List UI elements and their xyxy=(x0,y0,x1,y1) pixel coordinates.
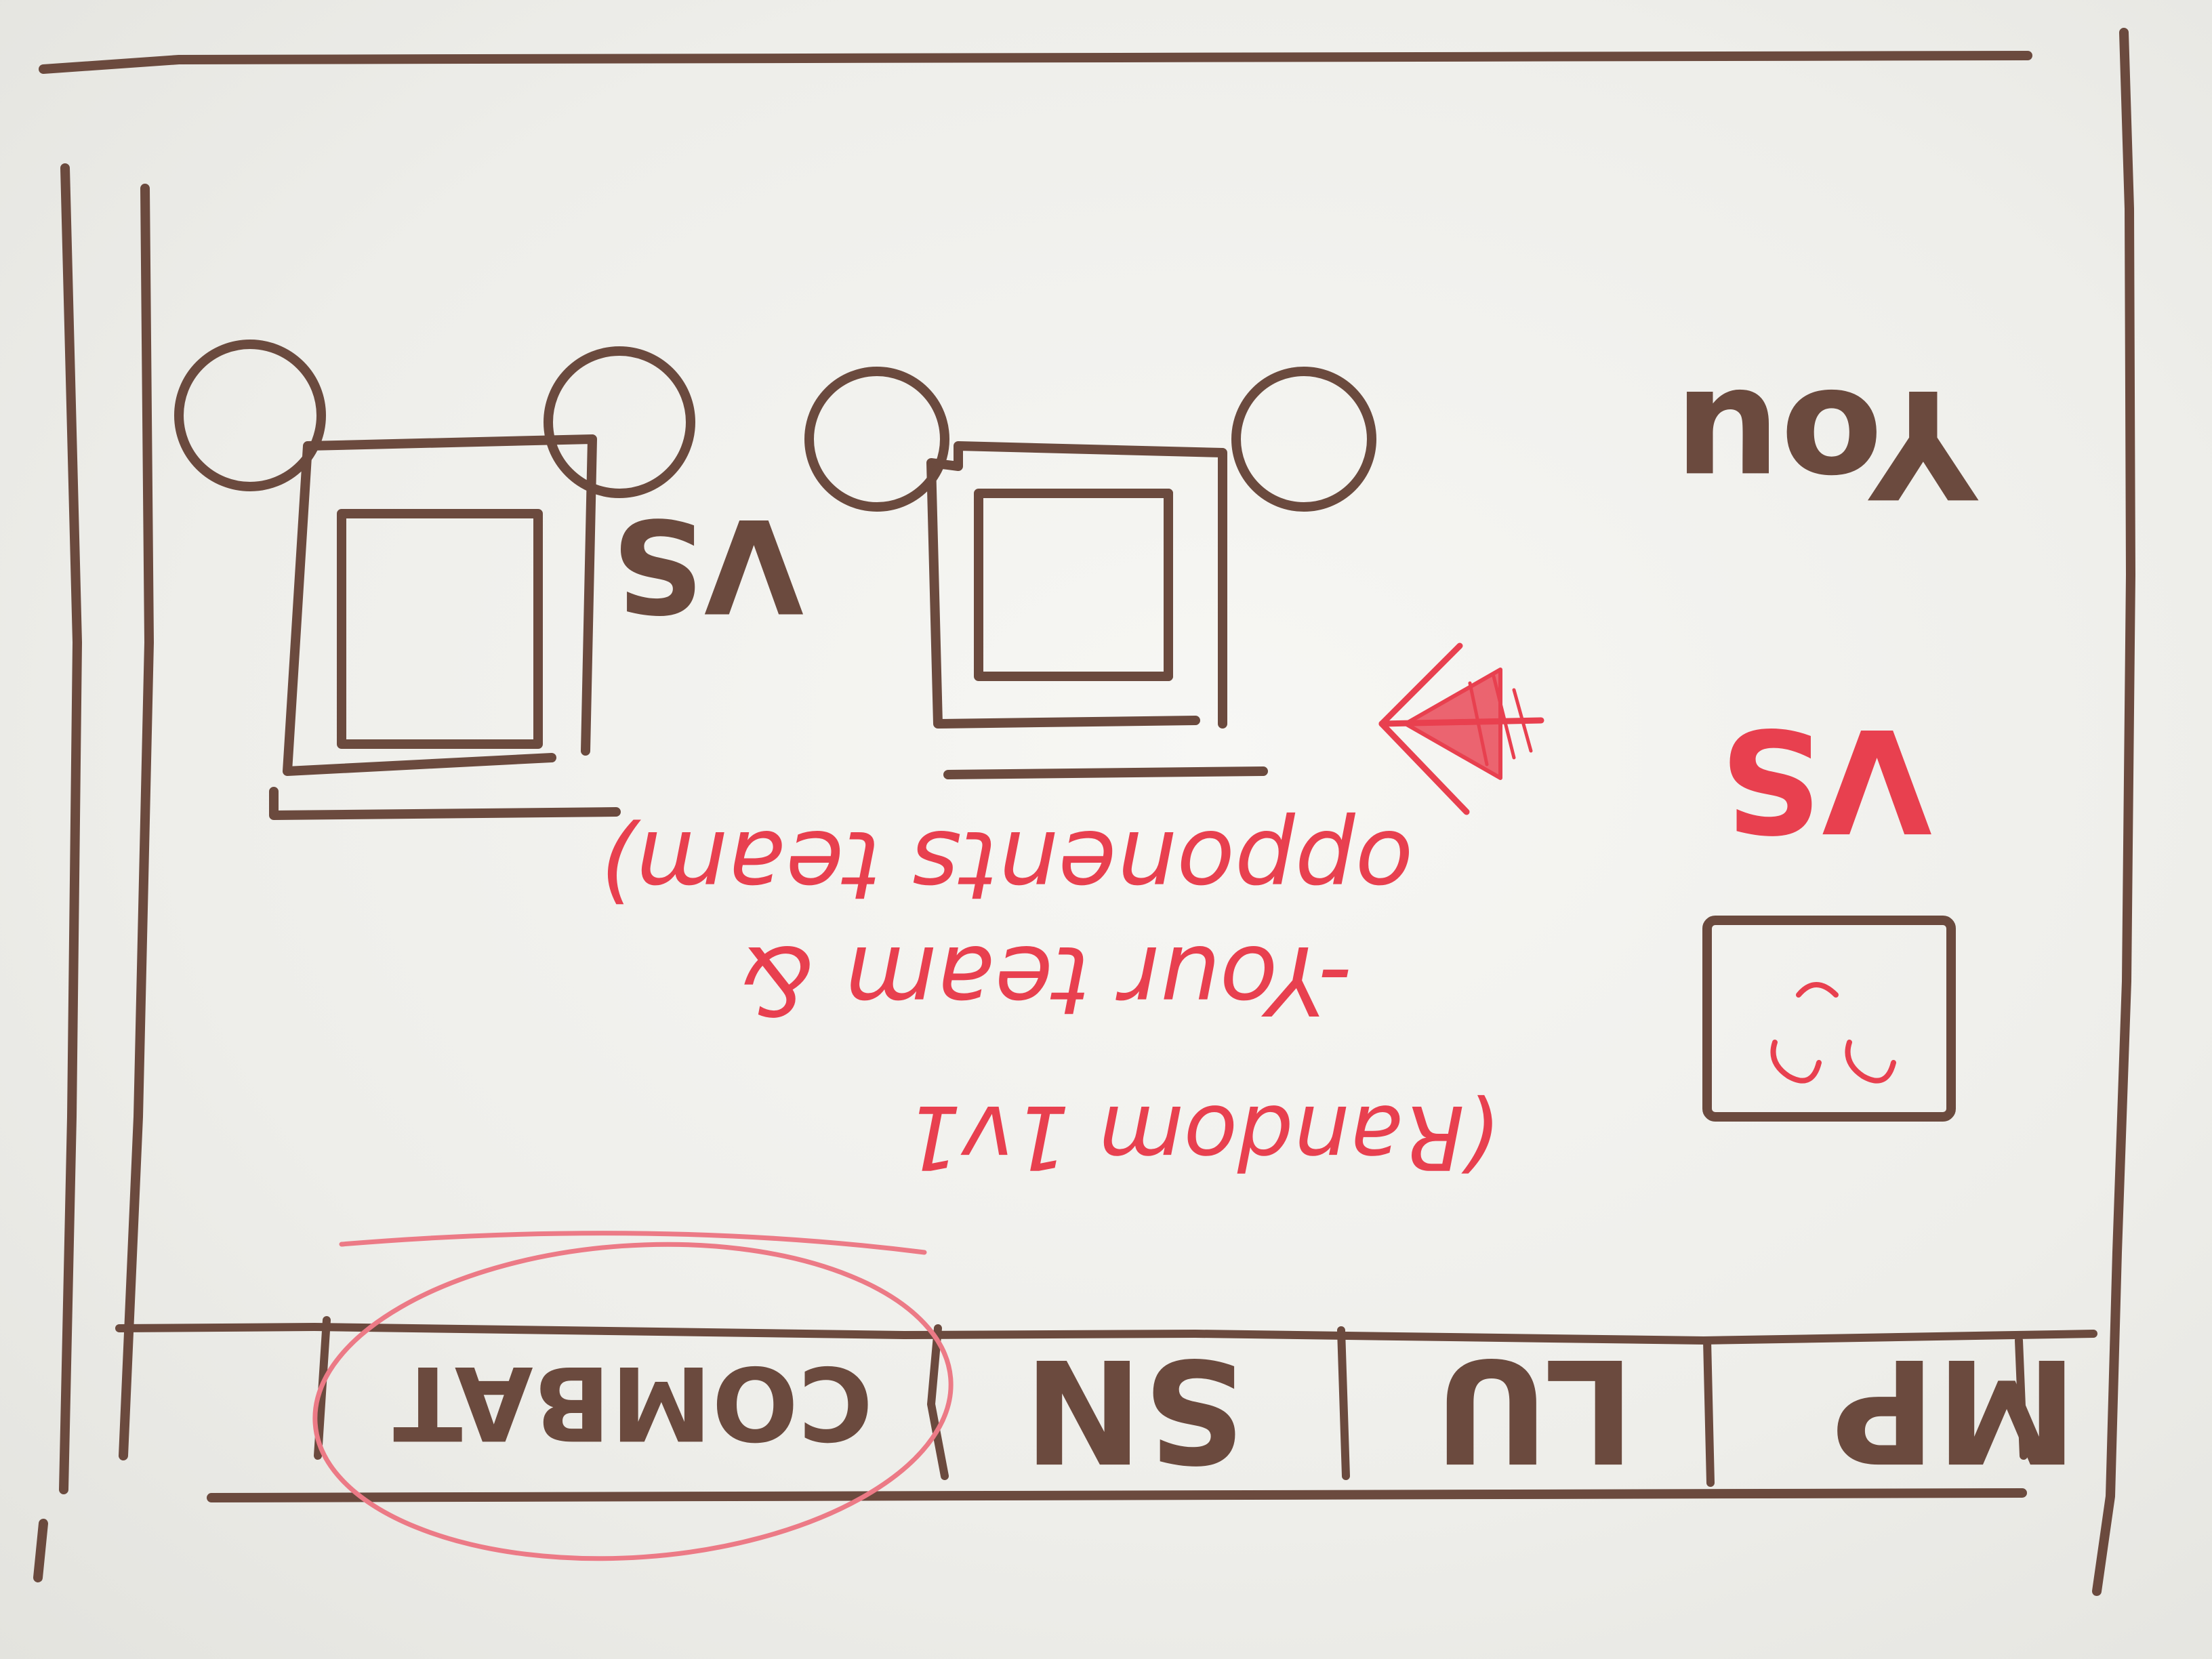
team-card-yours-badge-right xyxy=(804,367,949,512)
tab-sn-label: SN xyxy=(1024,1327,1246,1493)
team-card-yours-inner xyxy=(974,489,1173,681)
avatar-mouth xyxy=(1796,982,1839,998)
tab-mp[interactable]: MP xyxy=(1832,1327,2097,1493)
whiteboard-sketch: MP LU SN COMBAT You VS VS (Random 1v1 -Y… xyxy=(33,28,2135,1596)
tab-mp-label: MP xyxy=(1832,1327,2078,1493)
avatar-eye-right xyxy=(1770,1040,1822,1084)
team-card-opponents-base xyxy=(269,787,621,820)
avatar-eye-left xyxy=(1845,1040,1896,1084)
player-label: You xyxy=(1675,356,1980,530)
team-card-yours[interactable] xyxy=(804,367,1376,779)
vs-teams-label: VS xyxy=(611,490,804,640)
vs-main-label: VS xyxy=(1719,697,1932,863)
arrow-icon xyxy=(1378,642,1544,815)
tab-lu[interactable]: LU xyxy=(1355,1327,1707,1493)
tab-combat[interactable]: COMBAT xyxy=(304,1224,962,1579)
mode-note: (Random 1v1 -Your team & opponents team) xyxy=(598,809,1499,1189)
note-line-1: (Random 1v1 xyxy=(905,1086,1498,1189)
note-line-2: -Your team & xyxy=(740,924,1353,1035)
tab-combat-label: COMBAT xyxy=(393,1343,873,1461)
selected-tab-highlight-underline xyxy=(339,1231,927,1255)
player-avatar[interactable] xyxy=(1702,916,1956,1122)
team-card-opponents-badge-right xyxy=(174,340,326,491)
team-card-opponents-badge-left xyxy=(544,346,695,498)
team-card-yours-badge-left xyxy=(1231,367,1376,512)
team-card-yours-base xyxy=(943,766,1268,779)
team-card-opponents-inner xyxy=(337,509,543,749)
tab-sn[interactable]: SN xyxy=(945,1327,1338,1493)
team-card-opponents-frame xyxy=(283,434,597,776)
note-line-3: opponents team) xyxy=(598,809,1414,920)
tab-lu-label: LU xyxy=(1434,1327,1635,1493)
